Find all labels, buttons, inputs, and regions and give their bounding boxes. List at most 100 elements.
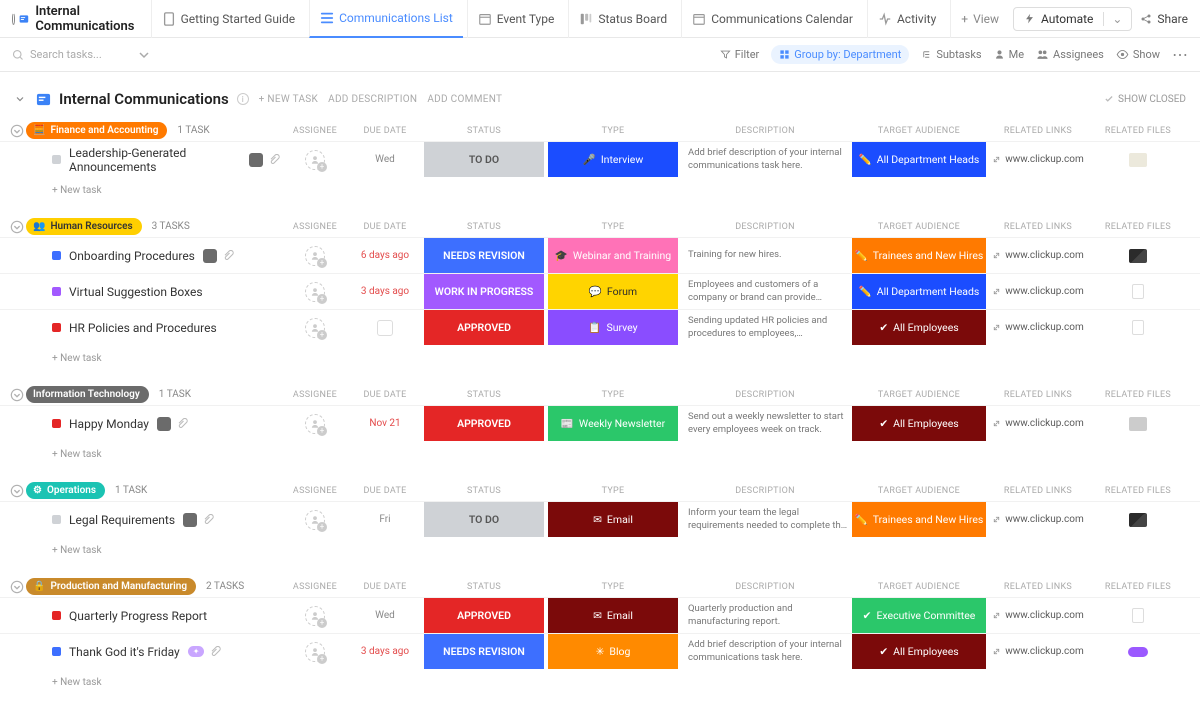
file-thumbnail[interactable] (1129, 417, 1147, 431)
due-cell[interactable]: 3 days ago (350, 634, 420, 669)
links-cell[interactable]: www.clickup.com (990, 634, 1086, 669)
links-cell[interactable]: www.clickup.com (990, 142, 1086, 177)
type-cell[interactable]: ✉Email (548, 502, 678, 537)
file-thumbnail[interactable] (1128, 647, 1148, 657)
link[interactable]: www.clickup.com (992, 250, 1083, 261)
share-button[interactable]: Share (1140, 12, 1188, 26)
collapse-icon[interactable] (10, 484, 24, 498)
status-cell[interactable]: APPROVED (424, 406, 544, 441)
due-date[interactable]: Wed (375, 610, 395, 621)
task-row[interactable]: Thank God it's Friday ✦ 3 days ago NEEDS… (0, 633, 1200, 669)
add-view-button[interactable]: + View (950, 0, 1009, 38)
files-cell[interactable] (1090, 598, 1186, 633)
show-closed-button[interactable]: SHOW CLOSED (1104, 94, 1186, 105)
chevron-down-icon[interactable]: ⌄ (1103, 12, 1121, 26)
task-title-cell[interactable]: HR Policies and Procedures (0, 310, 280, 345)
due-cell[interactable]: Fri (350, 502, 420, 537)
task-title-cell[interactable]: Leadership-Generated Announcements (0, 142, 280, 177)
assignee-empty-icon[interactable] (305, 510, 325, 530)
workspace-title[interactable]: Internal Communications (19, 4, 146, 34)
status-cell[interactable]: NEEDS REVISION (424, 238, 544, 273)
group-chip[interactable]: ⚙ Operations (26, 482, 105, 499)
tab-communications-calendar[interactable]: Communications Calendar (681, 0, 863, 38)
task-row[interactable]: Leadership-Generated Announcements Wed T… (0, 141, 1200, 177)
due-date[interactable]: Fri (379, 514, 390, 525)
task-title-cell[interactable]: Virtual Suggestion Boxes (0, 274, 280, 309)
audience-cell[interactable]: ✔All Employees (852, 406, 986, 441)
new-task-button[interactable]: + New task (0, 669, 1200, 688)
due-cell[interactable]: Wed (350, 598, 420, 633)
assignee-empty-icon[interactable] (305, 414, 325, 434)
files-cell[interactable] (1090, 310, 1186, 345)
description-cell[interactable]: Employees and customers of a company or … (682, 274, 848, 309)
chevron-down-icon[interactable] (136, 47, 152, 63)
links-cell[interactable]: www.clickup.com (990, 310, 1086, 345)
description-cell[interactable]: Add brief description of your internal c… (682, 634, 848, 669)
description-cell[interactable]: Training for new hires. (682, 238, 848, 273)
files-cell[interactable] (1090, 634, 1186, 669)
task-title-cell[interactable]: Happy Monday (0, 406, 280, 441)
audience-cell[interactable]: ✔All Employees (852, 310, 986, 345)
assignee-cell[interactable] (280, 310, 350, 345)
links-cell[interactable]: www.clickup.com (990, 598, 1086, 633)
collapse-icon[interactable] (10, 388, 24, 402)
collapse-icon[interactable] (10, 124, 24, 138)
description-cell[interactable]: Inform your team the legal requirements … (682, 502, 848, 537)
description-cell[interactable]: Add brief description of your internal c… (682, 142, 848, 177)
links-cell[interactable]: www.clickup.com (990, 238, 1086, 273)
audience-cell[interactable]: ✏️All Department Heads (852, 274, 986, 309)
assignee-empty-icon[interactable] (305, 282, 325, 302)
due-cell[interactable]: Nov 21 (350, 406, 420, 441)
assignee-empty-icon[interactable] (305, 318, 325, 338)
link[interactable]: www.clickup.com (992, 418, 1083, 429)
group-chip[interactable]: 🧮 Finance and Accounting (26, 122, 167, 139)
filter-button[interactable]: Filter (720, 48, 760, 61)
link[interactable]: www.clickup.com (992, 154, 1083, 165)
files-cell[interactable] (1090, 238, 1186, 273)
collapse-icon[interactable] (10, 580, 24, 594)
audience-cell[interactable]: ✏️All Department Heads (852, 142, 986, 177)
search-input[interactable]: Search tasks... (12, 48, 152, 61)
new-task-button[interactable]: + New task (0, 345, 1200, 364)
tab-activity[interactable]: Activity (867, 0, 946, 38)
due-cell[interactable]: Wed (350, 142, 420, 177)
due-cell[interactable]: 6 days ago (350, 238, 420, 273)
assignees-button[interactable]: Assignees (1036, 48, 1104, 61)
file-thumbnail[interactable] (1129, 513, 1147, 527)
assignee-cell[interactable] (280, 634, 350, 669)
task-row[interactable]: Virtual Suggestion Boxes 3 days ago WORK… (0, 273, 1200, 309)
tab-event-type[interactable]: Event Type (467, 0, 565, 38)
status-cell[interactable]: TO DO (424, 502, 544, 537)
task-row[interactable]: Quarterly Progress Report Wed APPROVED ✉… (0, 597, 1200, 633)
type-cell[interactable]: ✳Blog (548, 634, 678, 669)
assignee-cell[interactable] (280, 238, 350, 273)
type-cell[interactable]: 🎤Interview (548, 142, 678, 177)
audience-cell[interactable]: ✏️Trainees and New Hires (852, 502, 986, 537)
more-icon[interactable]: ⋯ (1172, 45, 1188, 64)
audience-cell[interactable]: ✏️Trainees and New Hires (852, 238, 986, 273)
files-cell[interactable] (1090, 406, 1186, 441)
me-button[interactable]: Me (994, 48, 1024, 61)
type-cell[interactable]: 📋Survey (548, 310, 678, 345)
new-task-button[interactable]: + NEW TASK (259, 94, 318, 105)
link[interactable]: www.clickup.com (992, 322, 1083, 333)
task-row[interactable]: Onboarding Procedures 6 days ago NEEDS R… (0, 237, 1200, 273)
add-comment-button[interactable]: ADD COMMENT (427, 94, 502, 105)
assignee-empty-icon[interactable] (305, 642, 325, 662)
status-cell[interactable]: APPROVED (424, 310, 544, 345)
task-title-cell[interactable]: Onboarding Procedures (0, 238, 280, 273)
new-task-button[interactable]: + New task (0, 441, 1200, 460)
list-title[interactable]: Internal Communications i (36, 90, 249, 108)
assignee-cell[interactable] (280, 598, 350, 633)
tab-communications-list[interactable]: Communications List (309, 0, 463, 38)
file-icon[interactable] (1132, 284, 1144, 299)
task-row[interactable]: HR Policies and Procedures APPROVED 📋Sur… (0, 309, 1200, 345)
type-cell[interactable]: ✉Email (548, 598, 678, 633)
link[interactable]: www.clickup.com (992, 514, 1083, 525)
assignee-cell[interactable] (280, 142, 350, 177)
chevron-down-icon[interactable] (14, 93, 26, 105)
file-icon[interactable] (1132, 320, 1144, 335)
link[interactable]: www.clickup.com (992, 646, 1083, 657)
type-cell[interactable]: 📰Weekly Newsletter (548, 406, 678, 441)
task-title-cell[interactable]: Legal Requirements (0, 502, 280, 537)
